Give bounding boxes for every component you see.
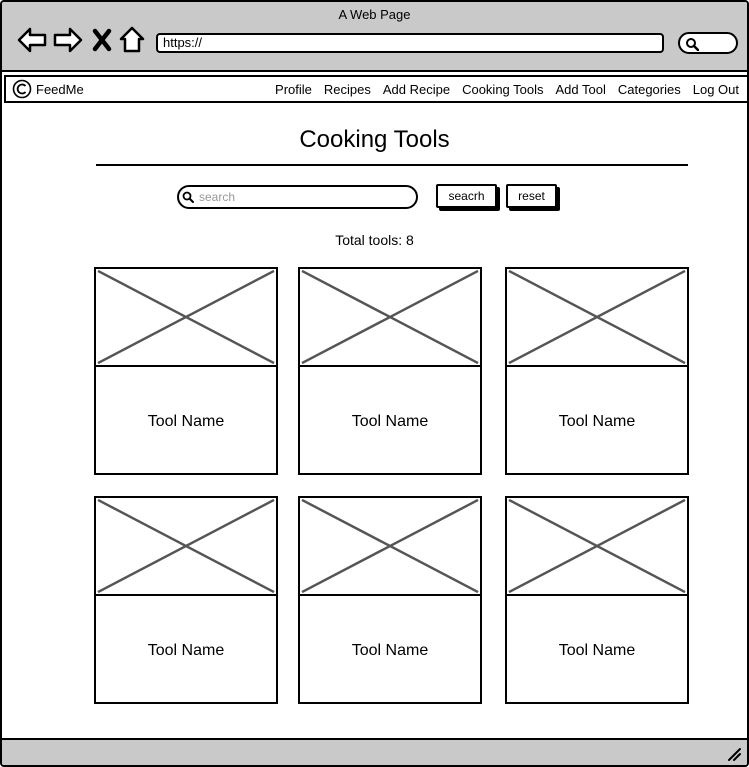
- page-title: Cooking Tools: [299, 126, 450, 153]
- tool-name: Tool Name: [147, 642, 225, 659]
- tool-name: Tool Name: [351, 642, 429, 659]
- browser-chrome: A Web Page https://: [2, 2, 747, 72]
- forward-arrow-icon[interactable]: [52, 24, 84, 56]
- nav-link-profile[interactable]: Profile: [275, 82, 312, 97]
- nav-links: Profile Recipes Add Recipe Cooking Tools…: [275, 82, 739, 97]
- search-icon: [686, 38, 699, 51]
- tool-card[interactable]: Tool Name: [505, 267, 689, 475]
- tool-card[interactable]: Tool Name: [298, 496, 482, 704]
- back-arrow-icon[interactable]: [16, 24, 48, 56]
- copyright-logo-icon: [12, 79, 32, 99]
- tool-card[interactable]: Tool Name: [298, 267, 482, 475]
- browser-search-box[interactable]: [678, 32, 738, 54]
- url-bar[interactable]: https://: [156, 33, 664, 53]
- image-placeholder-icon: [97, 498, 275, 594]
- tool-card[interactable]: Tool Name: [94, 267, 278, 475]
- nav-link-cooking-tools[interactable]: Cooking Tools: [462, 82, 543, 97]
- tool-name: Tool Name: [558, 413, 636, 430]
- tool-image-placeholder: [96, 498, 276, 596]
- tool-image-placeholder: [507, 269, 687, 367]
- nav-link-add-tool[interactable]: Add Tool: [556, 82, 606, 97]
- tool-name: Tool Name: [558, 642, 636, 659]
- tool-name: Tool Name: [351, 413, 429, 430]
- reset-button[interactable]: reset: [506, 184, 557, 208]
- image-placeholder-icon: [508, 498, 686, 594]
- tool-image-placeholder: [507, 498, 687, 596]
- image-placeholder-icon: [301, 498, 479, 594]
- tool-name: Tool Name: [147, 413, 225, 430]
- tool-image-placeholder: [300, 498, 480, 596]
- brand[interactable]: FeedMe: [12, 79, 84, 99]
- image-placeholder-icon: [97, 269, 275, 365]
- browser-status-bar: [2, 738, 747, 765]
- nav-link-categories[interactable]: Categories: [618, 82, 681, 97]
- nav-link-recipes[interactable]: Recipes: [324, 82, 371, 97]
- image-placeholder-icon: [508, 269, 686, 365]
- search-icon: [182, 191, 194, 203]
- brand-name: FeedMe: [36, 81, 84, 97]
- title-divider: [96, 164, 688, 166]
- tool-card[interactable]: Tool Name: [505, 496, 689, 704]
- tool-image-placeholder: [300, 269, 480, 367]
- home-icon[interactable]: [118, 24, 146, 56]
- search-input[interactable]: [177, 185, 418, 209]
- search-button[interactable]: seacrh: [436, 184, 497, 208]
- image-placeholder-icon: [301, 269, 479, 365]
- tool-card[interactable]: Tool Name: [94, 496, 278, 704]
- stop-icon[interactable]: [90, 24, 114, 56]
- total-tools-count: Total tools: 8: [335, 232, 414, 248]
- tool-image-placeholder: [96, 269, 276, 367]
- resize-grip-icon[interactable]: [725, 745, 741, 761]
- nav-link-log-out[interactable]: Log Out: [693, 82, 739, 97]
- window-title: A Web Page: [338, 7, 411, 22]
- browser-window: A Web Page https:// FeedMe Profile Recip…: [0, 0, 749, 767]
- nav-link-add-recipe[interactable]: Add Recipe: [383, 82, 450, 97]
- site-navbar: FeedMe Profile Recipes Add Recipe Cookin…: [4, 75, 747, 103]
